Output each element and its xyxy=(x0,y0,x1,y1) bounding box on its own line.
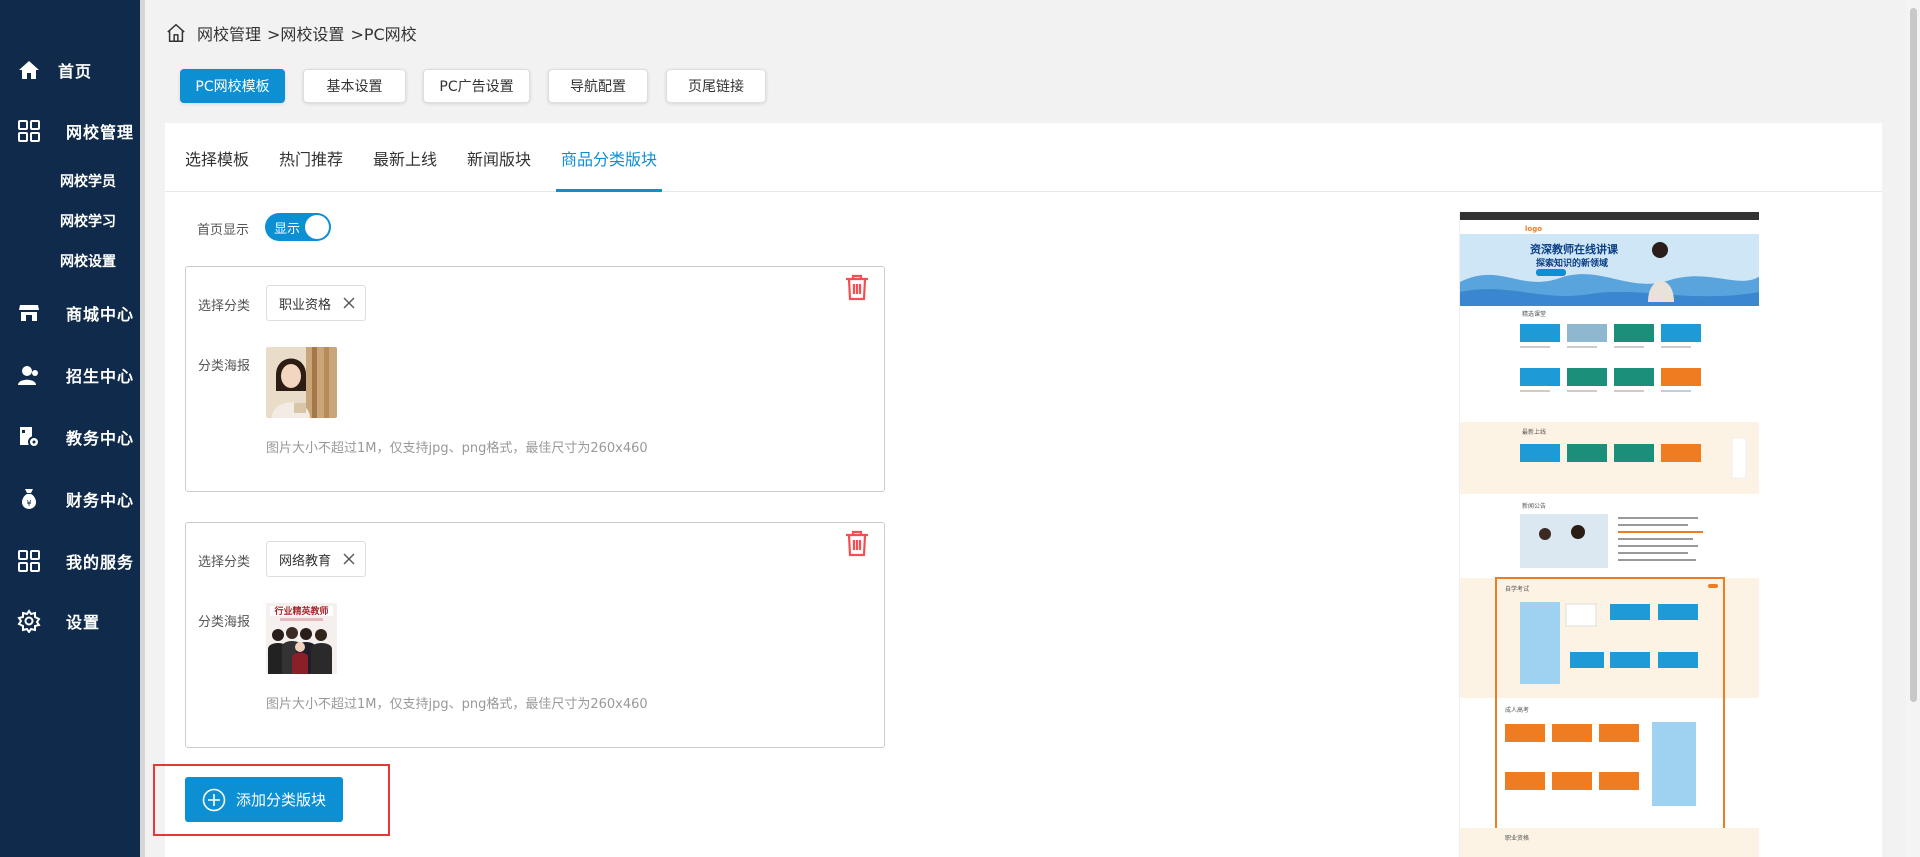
money-bag-icon: ¥ xyxy=(16,486,42,512)
sidebar-edge xyxy=(140,0,145,857)
category-value: 职业资格 xyxy=(279,297,332,313)
nav-config-button[interactable]: 导航配置 xyxy=(548,69,648,103)
sub-nav-learning[interactable]: 网校学习 xyxy=(60,211,116,231)
trash-icon[interactable] xyxy=(844,273,870,301)
breadcrumb-school-settings[interactable]: >网校设置 xyxy=(267,21,344,45)
pc-template-button[interactable]: PC网校模板 xyxy=(180,69,285,103)
homepage-display-toggle[interactable]: 显示 xyxy=(265,213,331,241)
home-icon[interactable] xyxy=(165,22,187,44)
nav-settings[interactable]: 设置 xyxy=(0,601,140,641)
preview-section-title: 自学考试 xyxy=(1505,585,1529,593)
category-poster-label: 分类海报 xyxy=(198,615,251,630)
template-preview: logo 资深教师在线讲课 探索知识的新领域 精选课堂 最新上线 新闻公告 自学… xyxy=(1459,212,1759,857)
category-block-2: 选择分类 网络教育 分类海报 行业精英教师 图片大小不超过1M，仅支持jpg、p… xyxy=(185,522,885,748)
tab-hot-recommend[interactable]: 热门推荐 xyxy=(279,123,343,192)
footer-links-button[interactable]: 页尾链接 xyxy=(666,69,766,103)
preview-section-title: 精选课堂 xyxy=(1522,310,1546,318)
scrollbar-thumb[interactable] xyxy=(1910,8,1917,702)
tab-latest-online[interactable]: 最新上线 xyxy=(373,123,437,192)
page-scrollbar[interactable] xyxy=(1906,0,1920,857)
sidebar: 首页 网校管理 网校学员 网校学习 网校设置 商城中心 招生中心 教务中心 ¥ … xyxy=(0,0,140,857)
tab-product-category[interactable]: 商品分类版块 xyxy=(561,123,657,192)
tab-select-template[interactable]: 选择模板 xyxy=(185,123,249,192)
basic-settings-button[interactable]: 基本设置 xyxy=(303,69,406,103)
nav-school-management[interactable]: 网校管理 xyxy=(0,111,140,151)
nav-my-services-label: 我的服务 xyxy=(66,553,135,572)
breadcrumb-pc-school: >PC网校 xyxy=(350,25,417,44)
active-tab-indicator xyxy=(556,189,662,192)
preview-banner-line1: 资深教师在线讲课 xyxy=(1530,242,1619,256)
nav-settings-label: 设置 xyxy=(66,613,101,632)
sub-nav-students[interactable]: 网校学员 xyxy=(60,171,116,191)
nav-home-label: 首页 xyxy=(58,62,93,81)
close-icon[interactable] xyxy=(341,295,357,311)
nav-school-management-label: 网校管理 xyxy=(66,123,135,142)
category-block-1: 选择分类 职业资格 分类海报 图片大小不超过1M，仅支持jpg、png格式，最佳… xyxy=(185,266,885,492)
home-icon xyxy=(16,57,42,83)
breadcrumb: 网校管理 >网校设置 >PC网校 xyxy=(165,22,417,44)
select-category-label: 选择分类 xyxy=(198,299,251,314)
add-category-block-label: 添加分类版块 xyxy=(235,791,326,809)
category-value: 网络教育 xyxy=(279,553,332,569)
breadcrumb-school-management[interactable]: 网校管理 xyxy=(197,21,261,45)
nav-enrollment-center-label: 招生中心 xyxy=(66,367,135,386)
grid-icon xyxy=(16,118,42,144)
tab-news-section[interactable]: 新闻版块 xyxy=(467,123,531,192)
poster-hint: 图片大小不超过1M，仅支持jpg、png格式，最佳尺寸为260x460 xyxy=(266,441,648,456)
preview-section-title: 成人高考 xyxy=(1505,706,1529,714)
store-icon xyxy=(16,300,42,326)
preview-logo: logo xyxy=(1525,225,1542,233)
nav-enrollment-center[interactable]: 招生中心 xyxy=(0,355,140,395)
add-category-block-button[interactable]: 添加分类版块 xyxy=(185,777,343,822)
gear-icon xyxy=(16,608,42,634)
plus-circle-icon xyxy=(202,788,226,811)
nav-academic-center-label: 教务中心 xyxy=(66,429,135,448)
toggle-text: 显示 xyxy=(274,221,301,237)
nav-finance-center[interactable]: ¥ 财务中心 xyxy=(0,479,140,519)
svg-text:¥: ¥ xyxy=(26,499,31,508)
preview-section-title: 新闻公告 xyxy=(1522,502,1546,510)
grid-icon xyxy=(16,548,42,574)
users-icon xyxy=(16,362,42,388)
preview-section-title: 最新上线 xyxy=(1522,428,1546,436)
poster-hint: 图片大小不超过1M，仅支持jpg、png格式，最佳尺寸为260x460 xyxy=(266,697,648,712)
select-category-label: 选择分类 xyxy=(198,555,251,570)
nav-finance-center-label: 财务中心 xyxy=(66,491,135,510)
homepage-display-label: 首页显示 xyxy=(197,223,250,238)
nav-my-services[interactable]: 我的服务 xyxy=(0,541,140,581)
preview-section-title: 职业资格 xyxy=(1505,834,1529,842)
preview-banner-line2: 探索知识的新领域 xyxy=(1536,257,1608,269)
category-select-2[interactable]: 网络教育 xyxy=(266,541,366,577)
tab-bar: 选择模板 热门推荐 最新上线 新闻版块 商品分类版块 xyxy=(165,123,1882,192)
trash-icon[interactable] xyxy=(844,529,870,557)
category-poster-2[interactable]: 行业精英教师 xyxy=(266,603,337,674)
sub-nav-settings[interactable]: 网校设置 xyxy=(60,251,116,271)
toggle-knob xyxy=(305,215,329,239)
poster-caption: 行业精英教师 xyxy=(273,605,328,617)
pc-ad-settings-button[interactable]: PC广告设置 xyxy=(423,69,530,103)
category-poster-1[interactable] xyxy=(266,347,337,418)
close-icon[interactable] xyxy=(341,551,357,567)
nav-home[interactable]: 首页 xyxy=(0,50,140,90)
doc-gear-icon xyxy=(16,424,42,450)
nav-mall-center-label: 商城中心 xyxy=(66,305,135,324)
category-select-1[interactable]: 职业资格 xyxy=(266,285,366,321)
nav-academic-center[interactable]: 教务中心 xyxy=(0,417,140,457)
nav-mall-center[interactable]: 商城中心 xyxy=(0,293,140,333)
category-poster-label: 分类海报 xyxy=(198,359,251,374)
